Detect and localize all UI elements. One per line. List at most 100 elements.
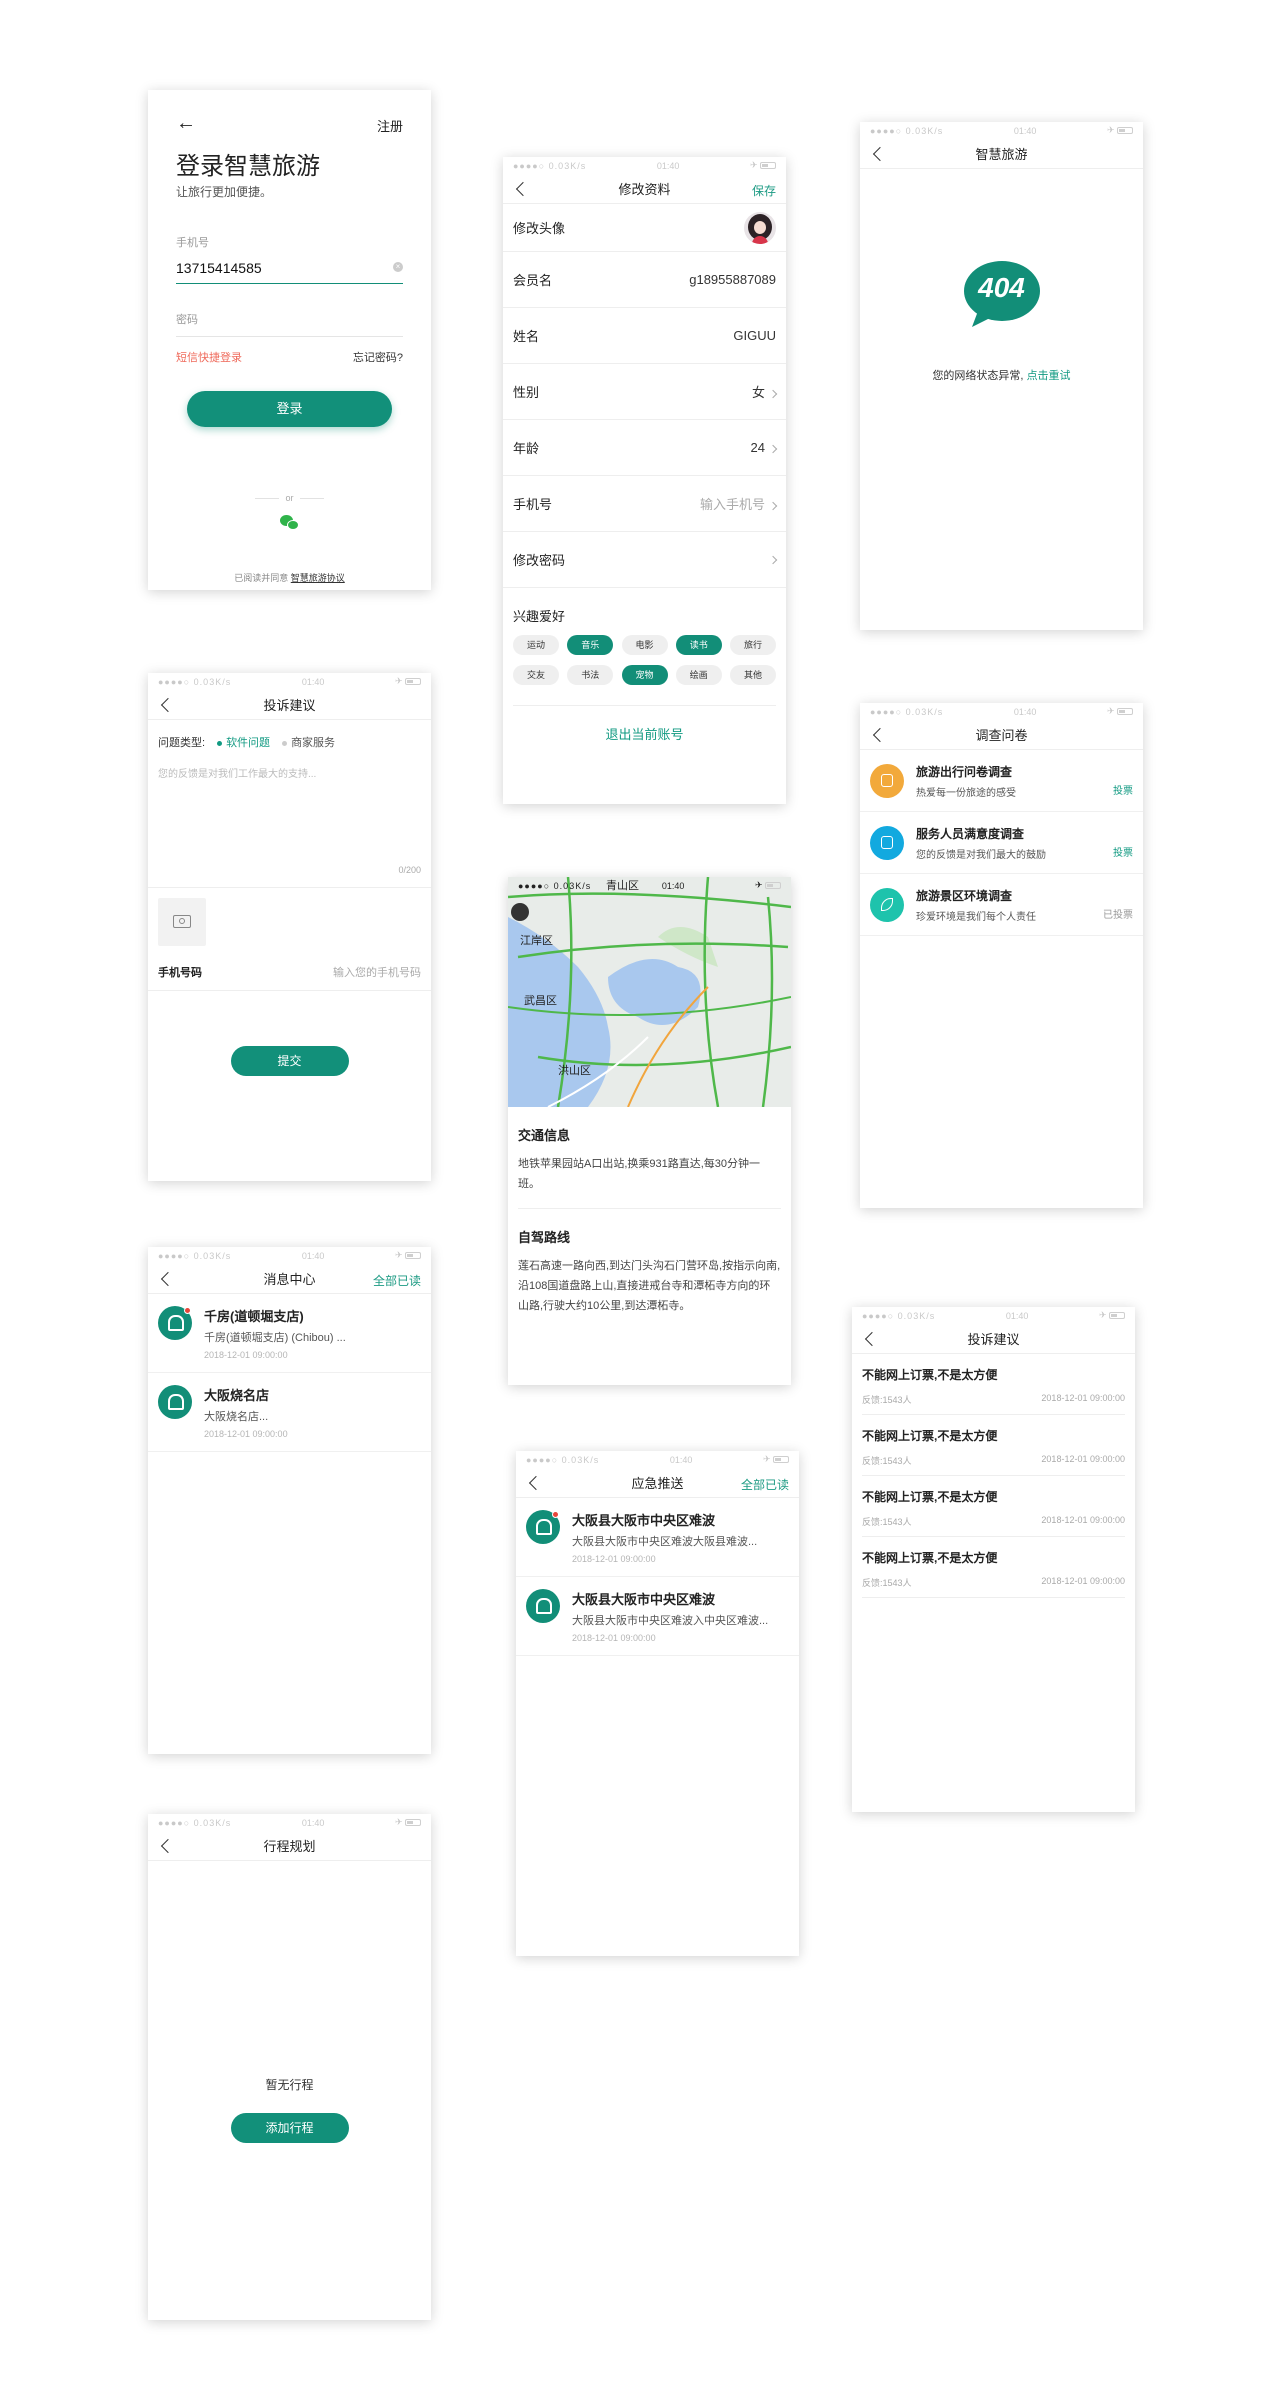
vote-button[interactable]: 已投票 bbox=[1103, 906, 1133, 921]
back-icon[interactable] bbox=[526, 1475, 542, 1491]
hobby-tag[interactable]: 读书 bbox=[675, 635, 722, 655]
name-row[interactable]: 姓名 GIGUU bbox=[503, 308, 786, 364]
complaint-item[interactable]: 不能网上订票,不是太方便 反馈:1543人 2018-12-01 09:00:00 bbox=[862, 1354, 1125, 1415]
age-row[interactable]: 年龄 24 bbox=[503, 420, 786, 476]
complaint-screen: ●●●●○ 0.03K/s 01:40 ✈ 投诉建议 问题类型: 软件问题 商家服务… bbox=[148, 673, 431, 1181]
emergency-list: 大阪县大阪市中央区难波 大阪县大阪市中央区难波大阪县难波... 2018-12-01… bbox=[516, 1498, 799, 1656]
hobby-tag[interactable]: 音乐 bbox=[567, 635, 614, 655]
chevron-right-icon bbox=[768, 389, 778, 398]
type-software-radio[interactable]: 软件问题 bbox=[217, 734, 270, 750]
complaint-item[interactable]: 不能网上订票,不是太方便反馈:1543人 2018-12-01 09:00:00 bbox=[862, 1415, 1125, 1476]
map-view[interactable]: ●●●●○ 0.03K/s 01:40 ✈ 青山区 江岸区 武昌区 洪山区 bbox=[508, 877, 791, 1107]
back-icon[interactable] bbox=[513, 181, 529, 197]
row-label: 性别 bbox=[513, 385, 540, 400]
retry-link[interactable]: 点击重试 bbox=[1027, 370, 1071, 382]
agreement-link[interactable]: 智慧旅游协议 bbox=[291, 573, 345, 583]
list-item[interactable]: 千房(道顿堀支店) 千房(道顿堀支店) (Chibou) ... 2018-12-0… bbox=[148, 1294, 431, 1373]
message-center-screen: ●●●●○ 0.03K/s 01:40 ✈ 消息中心 全部已读 千房(道顿堀支店) 千… bbox=[148, 1247, 431, 1754]
gender-row[interactable]: 性别 女 bbox=[503, 364, 786, 420]
list-item[interactable]: 大阪烧名店 大阪烧名店... 2018-12-01 09:00:00 bbox=[148, 1373, 431, 1452]
add-photo-button[interactable] bbox=[158, 898, 206, 946]
clear-icon[interactable]: × bbox=[393, 262, 403, 272]
hobby-tag[interactable]: 其他 bbox=[730, 665, 776, 685]
logout-button[interactable]: 退出当前账号 bbox=[503, 706, 786, 743]
hobby-tag[interactable]: 旅行 bbox=[730, 635, 776, 655]
password-field[interactable]: 密码 bbox=[176, 284, 403, 337]
back-icon[interactable] bbox=[158, 1271, 174, 1287]
forgot-password-link[interactable]: 忘记密码? bbox=[353, 349, 403, 365]
nav-bar: 修改资料 保存 bbox=[503, 174, 786, 204]
list-item-text: 大阪县大阪市中央区难波 大阪县大阪市中央区难波大阪县难波... 2018-12-01… bbox=[572, 1510, 757, 1564]
chevron-right-icon bbox=[768, 444, 778, 453]
mark-all-read-button[interactable]: 全部已读 bbox=[741, 1476, 789, 1493]
survey-desc: 珍爱环境是我们每个人责任 bbox=[916, 911, 1036, 923]
hobby-tag[interactable]: 交友 bbox=[513, 665, 559, 685]
back-icon[interactable] bbox=[158, 697, 174, 713]
hobby-tag[interactable]: 宠物 bbox=[621, 665, 668, 685]
phone-label: 手机号码 bbox=[158, 967, 202, 979]
back-arrow-icon[interactable]: ← bbox=[176, 112, 196, 135]
login-button[interactable]: 登录 bbox=[187, 391, 392, 427]
hobby-tag[interactable]: 书法 bbox=[567, 665, 614, 685]
avatar[interactable] bbox=[744, 211, 776, 244]
row-label: 手机号 bbox=[513, 497, 553, 512]
traffic-title: 交通信息 bbox=[518, 1128, 571, 1143]
feedback-count: 反馈:1543人 bbox=[862, 1517, 912, 1527]
item-time: 2018-12-01 09:00:00 bbox=[572, 1554, 656, 1564]
survey-item[interactable]: 旅游景区环境调查珍爱环境是我们每个人责任 已投票 bbox=[860, 874, 1143, 936]
type-merchant-radio[interactable]: 商家服务 bbox=[282, 734, 335, 750]
row-label: 修改头像 bbox=[513, 221, 566, 236]
phone-input[interactable]: 输入您的手机号码 bbox=[333, 964, 421, 980]
wechat-icon[interactable] bbox=[279, 515, 300, 531]
back-icon[interactable] bbox=[870, 727, 886, 743]
sms-login-link[interactable]: 短信快捷登录 bbox=[176, 349, 242, 365]
item-desc: 千房(道顿堀支店) (Chibou) ... bbox=[204, 1332, 346, 1344]
hobby-tag[interactable]: 运动 bbox=[513, 635, 559, 655]
hobby-label: 兴趣爱好 bbox=[513, 609, 566, 624]
empty-state-text: 暂无行程 bbox=[265, 2078, 314, 2092]
avatar-row[interactable]: 修改头像 bbox=[503, 204, 786, 252]
hobby-tag[interactable]: 绘画 bbox=[675, 665, 722, 685]
survey-desc: 热爱每一份旅途的感受 bbox=[916, 787, 1016, 799]
vote-button[interactable]: 投票 bbox=[1113, 782, 1133, 797]
survey-text: 服务人员满意度调查 您的反馈是对我们最大的鼓励 bbox=[916, 825, 1101, 861]
login-title: 登录智慧旅游 bbox=[176, 153, 320, 180]
bell-icon bbox=[526, 1589, 560, 1623]
row-value: 输入手机号 bbox=[699, 497, 765, 512]
item-title: 千房(道顿堀支店) bbox=[204, 1309, 304, 1324]
nav-bar: 智慧旅游 bbox=[860, 139, 1143, 169]
submit-button[interactable]: 提交 bbox=[230, 1046, 349, 1076]
hobby-tag[interactable]: 电影 bbox=[621, 635, 668, 655]
phone-row[interactable]: 手机号 输入手机号 bbox=[503, 476, 786, 532]
list-item[interactable]: 大阪县大阪市中央区难波 大阪县大阪市中央区难波入中央区难波... 2018-12-0… bbox=[516, 1577, 799, 1656]
back-icon[interactable] bbox=[870, 146, 886, 162]
phone-field[interactable]: 13715414585 × bbox=[176, 254, 403, 284]
register-link[interactable]: 注册 bbox=[377, 116, 403, 135]
chevron-right-icon bbox=[768, 555, 778, 564]
unread-dot bbox=[552, 1511, 559, 1518]
survey-item[interactable]: 旅游出行问卷调查 热爱每一份旅途的感受 投票 bbox=[860, 750, 1143, 812]
survey-list: 旅游出行问卷调查 热爱每一份旅途的感受 投票 服务人员满意度调查 您的反馈是对我们最大的… bbox=[860, 750, 1143, 936]
list-item[interactable]: 大阪县大阪市中央区难波 大阪县大阪市中央区难波大阪县难波... 2018-12-01… bbox=[516, 1498, 799, 1577]
back-icon[interactable] bbox=[158, 1838, 174, 1854]
row-value: GIGUU bbox=[733, 328, 776, 343]
complaint-item[interactable]: 不能网上订票,不是太方便 反馈:1543人 2018-12-01 09:00:00 bbox=[862, 1476, 1125, 1537]
page-title: 智慧旅游 bbox=[975, 147, 1028, 162]
map-label: 青山区 bbox=[606, 880, 639, 892]
save-button[interactable]: 保存 bbox=[752, 182, 776, 199]
complaint-meta: 反馈:1543人 2018-12-01 09:00:00 bbox=[862, 1393, 1125, 1406]
complaint-item[interactable]: 不能网上订票,不是太方便 反馈:1543人 2018-12-01 09:00:00 bbox=[862, 1537, 1125, 1598]
back-icon[interactable] bbox=[862, 1331, 878, 1347]
vote-button[interactable]: 投票 bbox=[1113, 844, 1133, 859]
nav-bar: 调查问卷 bbox=[860, 720, 1143, 750]
survey-title: 旅游景区环境调查 bbox=[916, 888, 1013, 903]
complaint-meta: 反馈:1543人 2018-12-01 09:00:00 bbox=[862, 1454, 1125, 1467]
add-itinerary-button[interactable]: 添加行程 bbox=[230, 2113, 349, 2143]
complaint-title: 不能网上订票,不是太方便 bbox=[862, 1429, 998, 1443]
survey-item[interactable]: 服务人员满意度调查 您的反馈是对我们最大的鼓励 投票 bbox=[860, 812, 1143, 874]
list-item-text: 大阪县大阪市中央区难波 大阪县大阪市中央区难波入中央区难波... 2018-12-0… bbox=[572, 1589, 768, 1643]
compass-icon[interactable] bbox=[511, 903, 529, 921]
change-password-row[interactable]: 修改密码 bbox=[503, 532, 786, 588]
mark-all-read-button[interactable]: 全部已读 bbox=[373, 1272, 421, 1289]
feedback-textarea[interactable]: 您的反馈是对我们工作最大的支持... 0/200 bbox=[148, 764, 431, 888]
